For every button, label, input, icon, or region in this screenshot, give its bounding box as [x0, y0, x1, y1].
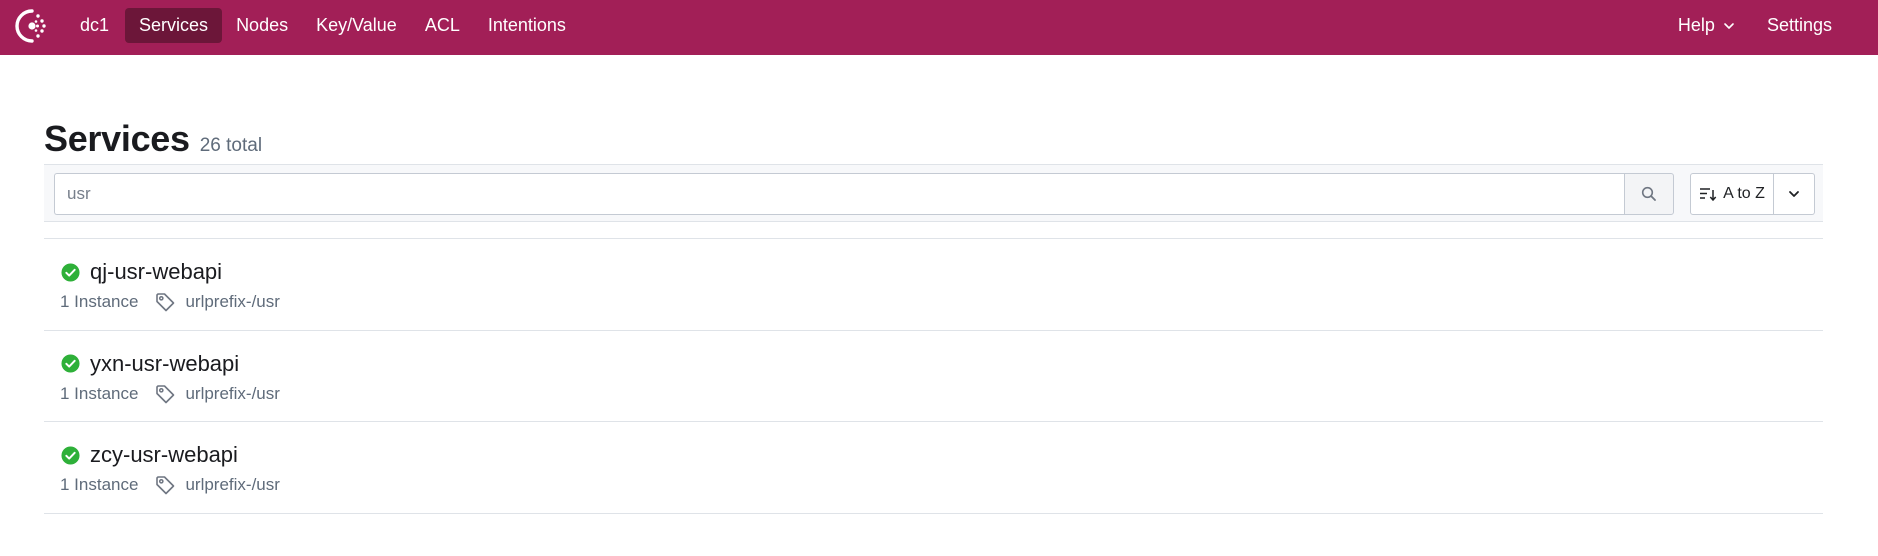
search-group	[54, 173, 1674, 215]
sort-label: A to Z	[1723, 185, 1765, 202]
help-menu[interactable]: Help	[1662, 8, 1751, 43]
service-list: qj-usr-webapi 1 Instance urlprefix-/usr …	[44, 238, 1823, 514]
secondary-nav: Help Settings	[1662, 8, 1848, 43]
nav-item-acl[interactable]: ACL	[411, 8, 474, 43]
search-input[interactable]	[54, 173, 1624, 215]
service-name[interactable]: zcy-usr-webapi	[90, 442, 238, 468]
sort-dropdown-toggle[interactable]	[1774, 173, 1815, 215]
chevron-down-icon	[1724, 22, 1734, 29]
nav-item-services[interactable]: Services	[125, 8, 223, 43]
sort-order-icon	[1700, 188, 1717, 202]
service-tag: urlprefix-/usr	[185, 475, 280, 494]
list-item[interactable]: yxn-usr-webapi 1 Instance urlprefix-/usr	[44, 331, 1823, 422]
consul-logo-icon[interactable]	[13, 7, 51, 45]
service-count: 26 total	[199, 135, 263, 156]
service-tag: urlprefix-/usr	[185, 383, 280, 403]
nav-item-nodes[interactable]: Nodes	[222, 8, 302, 43]
list-item[interactable]: zcy-usr-webapi 1 Instance urlprefix-/usr	[44, 422, 1823, 514]
tag-icon	[156, 384, 175, 403]
service-meta: 1 Instance urlprefix-/usr	[60, 291, 280, 313]
chevron-down-icon	[1789, 191, 1799, 197]
instance-count: 1 Instance	[60, 292, 139, 311]
search-icon	[1641, 186, 1656, 201]
datacenter-selector[interactable]: dc1	[68, 8, 121, 43]
main-nav: dc1 Services Nodes Key/Value ACL Intenti…	[68, 8, 580, 43]
list-item[interactable]: qj-usr-webapi 1 Instance urlprefix-/usr	[44, 239, 1823, 331]
nav-item-intentions[interactable]: Intentions	[474, 8, 580, 43]
check-circle-icon	[61, 262, 80, 282]
service-heading: zcy-usr-webapi	[61, 442, 238, 468]
search-button[interactable]	[1624, 173, 1674, 215]
service-heading: yxn-usr-webapi	[61, 351, 239, 377]
service-tag: urlprefix-/usr	[185, 292, 280, 311]
instance-count: 1 Instance	[60, 383, 139, 403]
service-name[interactable]: yxn-usr-webapi	[90, 351, 239, 377]
service-name[interactable]: qj-usr-webapi	[90, 259, 222, 285]
filter-bar: A to Z	[44, 164, 1823, 222]
instance-count: 1 Instance	[60, 475, 139, 494]
service-heading: qj-usr-webapi	[61, 259, 222, 285]
tag-icon	[156, 293, 175, 312]
sort-group: A to Z	[1690, 173, 1815, 215]
check-circle-icon	[61, 445, 80, 465]
service-meta: 1 Instance urlprefix-/usr	[60, 474, 280, 496]
check-circle-icon	[61, 354, 80, 373]
page-title: Services	[44, 118, 190, 159]
service-meta: 1 Instance urlprefix-/usr	[60, 383, 280, 405]
tag-icon	[156, 476, 175, 495]
top-nav: dc1 Services Nodes Key/Value ACL Intenti…	[0, 0, 1878, 55]
help-label: Help	[1677, 15, 1715, 35]
settings-link[interactable]: Settings	[1751, 8, 1848, 43]
nav-item-key-value[interactable]: Key/Value	[302, 8, 411, 43]
sort-button[interactable]: A to Z	[1690, 173, 1774, 215]
page-header: Services 26 total	[44, 118, 262, 160]
